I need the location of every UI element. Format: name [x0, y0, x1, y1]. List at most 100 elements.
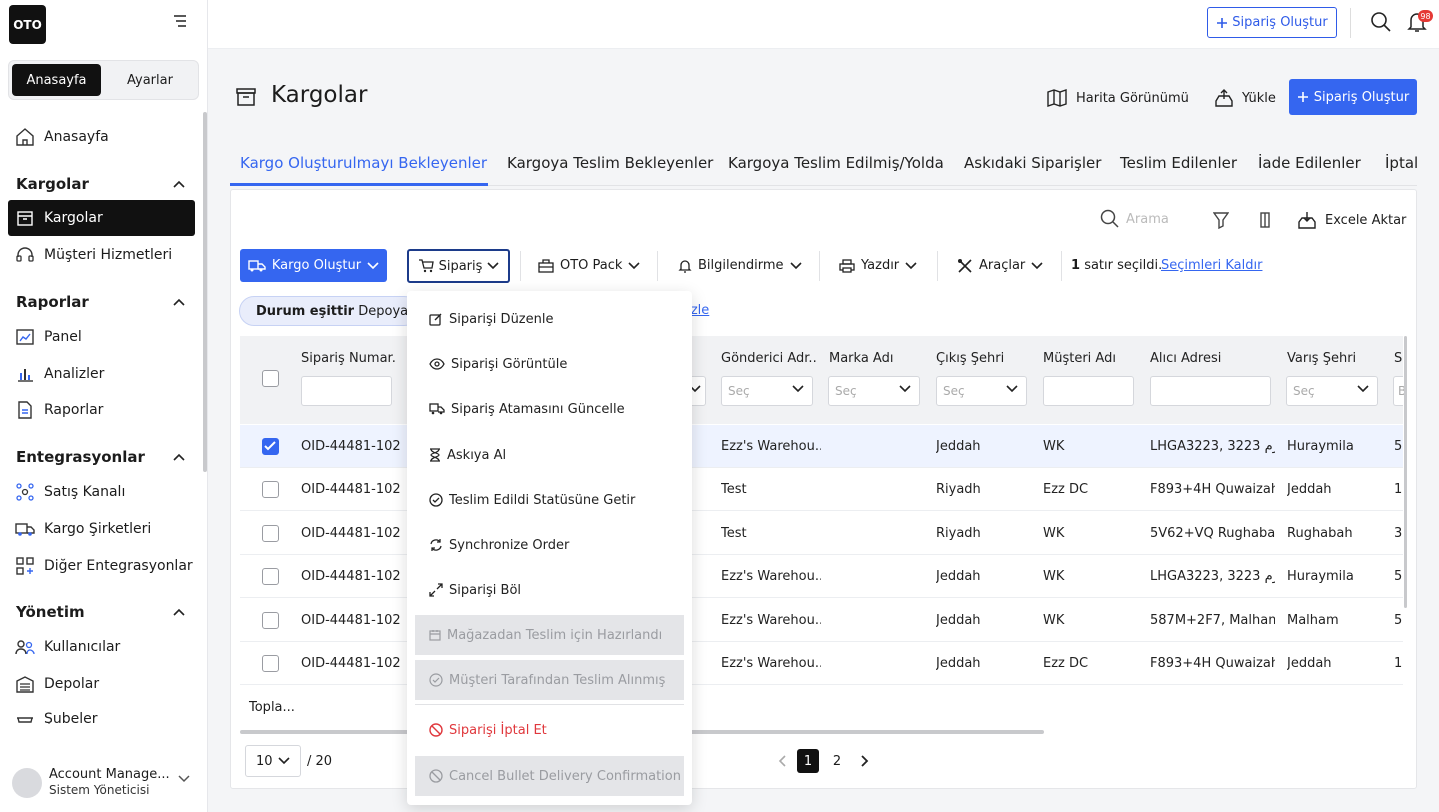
- menu-item-hold[interactable]: Askıya Al: [415, 435, 684, 475]
- page-1-button[interactable]: 1: [797, 749, 819, 773]
- menu-item-update-assignment[interactable]: Sipariş Atamasını Güncelle: [415, 389, 684, 429]
- column-header[interactable]: Sipariş Numar...: [301, 351, 396, 366]
- tab-awaiting-shipment[interactable]: Kargo Oluşturulmayı Bekleyenler: [240, 154, 487, 172]
- top-create-order-button[interactable]: Sipariş Oluştur: [1207, 7, 1337, 38]
- cart-icon: [418, 259, 434, 273]
- plus-icon: [1216, 17, 1228, 29]
- page-size-select[interactable]: 10: [245, 745, 301, 777]
- chevron-down-icon: [1357, 385, 1369, 393]
- row-checkbox[interactable]: [262, 568, 279, 585]
- segment-home[interactable]: Anasayfa: [12, 64, 101, 96]
- chevron-right-icon[interactable]: [859, 749, 871, 773]
- sender-filter-select[interactable]: Seç: [721, 376, 813, 406]
- extra-filter-input[interactable]: B: [1393, 376, 1406, 406]
- column-header[interactable]: Varış Şehri: [1287, 351, 1382, 366]
- menu-item-view-order[interactable]: Siparişi Görüntüle: [415, 344, 684, 384]
- sidebar-item-branches[interactable]: Şubeler: [8, 702, 195, 724]
- bell-icon: [678, 259, 692, 273]
- bilgilendirme-button[interactable]: Bilgilendirme: [678, 249, 802, 282]
- document-icon: [14, 399, 36, 421]
- sidebar-item-users[interactable]: Kullanıcılar: [8, 629, 195, 665]
- vertical-scrollbar[interactable]: [1404, 336, 1407, 608]
- clear-selection-link[interactable]: Seçimleri Kaldır: [1161, 258, 1262, 273]
- logo[interactable]: OTO: [9, 5, 46, 44]
- oto-pack-button[interactable]: OTO Pack: [538, 249, 641, 282]
- chevron-left-icon[interactable]: [776, 749, 788, 773]
- kargo-olustur-button[interactable]: Kargo Oluştur: [240, 249, 387, 282]
- yazdir-button[interactable]: Yazdır: [839, 249, 917, 282]
- siparis-menu-button[interactable]: Sipariş: [407, 249, 510, 283]
- address-filter-input[interactable]: [1150, 376, 1271, 406]
- row-checkbox[interactable]: [262, 438, 279, 455]
- row-checkbox[interactable]: [262, 612, 279, 629]
- row-checkbox[interactable]: [262, 481, 279, 498]
- select-all-checkbox[interactable]: [262, 370, 279, 387]
- araclar-button[interactable]: Araçlar: [957, 249, 1043, 282]
- export-label: Excele Aktar: [1325, 212, 1407, 228]
- sidebar-item-warehouses[interactable]: Depolar: [8, 666, 195, 702]
- map-view-button[interactable]: Harita Görünümü: [1046, 80, 1189, 116]
- section-entegrasyonlar[interactable]: Entegrasyonlar: [16, 448, 186, 466]
- sidebar-item-reports[interactable]: Raporlar: [8, 392, 195, 428]
- create-order-button[interactable]: Sipariş Oluştur: [1289, 79, 1417, 115]
- sidebar-item-other-integrations[interactable]: Diğer Entegrasyonlar: [8, 548, 195, 584]
- sidebar-item-home[interactable]: Anasayfa: [8, 119, 195, 155]
- sidebar-item-panel[interactable]: Panel: [8, 319, 195, 355]
- column-header[interactable]: Alıcı Adresi: [1150, 351, 1270, 366]
- check-icon: [264, 441, 276, 451]
- chevron-down-icon: [792, 385, 804, 393]
- column-header[interactable]: Marka Adı: [829, 351, 919, 366]
- account-menu[interactable]: Account Manage... Sistem Yöneticisi: [12, 763, 198, 803]
- sidebar-scrollbar[interactable]: [203, 112, 207, 472]
- extra-cell: 50: [1394, 439, 1403, 454]
- menu-item-split-order[interactable]: Siparişi Böl: [415, 570, 684, 610]
- menu-item-synchronize[interactable]: Synchronize Order: [415, 525, 684, 565]
- menu-toggle-icon[interactable]: [172, 14, 188, 28]
- sidebar-item-carriers[interactable]: Kargo Şirketleri: [8, 511, 195, 547]
- column-header[interactable]: Çıkış Şehri: [936, 351, 1031, 366]
- sender-cell: Ezz's Warehou...: [721, 439, 821, 454]
- menu-item-mark-delivered[interactable]: Teslim Edildi Statüsüne Getir: [415, 480, 684, 520]
- customer-cell: Ezz DC: [1043, 482, 1089, 497]
- tab-awaiting-handover[interactable]: Kargoya Teslim Bekleyenler: [507, 154, 713, 172]
- search-icon[interactable]: [1100, 209, 1120, 229]
- page-2-button[interactable]: 2: [830, 749, 844, 773]
- destination-filter-select[interactable]: Seç: [1286, 376, 1378, 406]
- tab-on-hold[interactable]: Askıdaki Siparişler: [964, 154, 1101, 172]
- row-checkbox[interactable]: [262, 655, 279, 672]
- tab-returned[interactable]: İade Edilenler: [1258, 154, 1361, 172]
- check-circle-icon: [429, 673, 443, 687]
- tab-in-transit[interactable]: Kargoya Teslim Edilmiş/Yolda: [728, 154, 944, 172]
- filter-icon[interactable]: [1213, 211, 1229, 229]
- tab-cancelled[interactable]: İptal: [1385, 154, 1417, 172]
- upload-button[interactable]: Yükle: [1214, 80, 1276, 116]
- plus-icon: [1297, 91, 1309, 103]
- sidebar-item-kargolar[interactable]: Kargolar: [8, 200, 195, 236]
- segment-settings[interactable]: Ayarlar: [105, 64, 195, 96]
- column-header[interactable]: Si: [1394, 351, 1403, 366]
- search-icon[interactable]: [1370, 11, 1392, 33]
- sidebar-item-analytics[interactable]: Analizler: [8, 356, 195, 392]
- row-checkbox[interactable]: [262, 525, 279, 542]
- column-header[interactable]: Gönderici Adr...: [721, 351, 818, 366]
- column-header[interactable]: Müşteri Adı: [1043, 351, 1138, 366]
- search-input[interactable]: Arama: [1126, 212, 1169, 227]
- menu-item-cancel-order[interactable]: Siparişi İptal Et: [415, 710, 684, 750]
- order-number-filter-input[interactable]: [301, 376, 392, 406]
- sidebar-item-customer-service[interactable]: Müşteri Hizmetleri: [8, 237, 195, 273]
- select-placeholder: Seç: [728, 384, 750, 398]
- brand-filter-select[interactable]: Seç: [828, 376, 920, 406]
- tab-delivered[interactable]: Teslim Edilenler: [1120, 154, 1237, 172]
- menu-item-edit-order[interactable]: Siparişi Düzenle: [415, 299, 684, 339]
- columns-icon[interactable]: [1258, 211, 1272, 229]
- oto-pack-label: OTO Pack: [560, 258, 623, 273]
- export-excel-button[interactable]: Excele Aktar: [1297, 210, 1406, 230]
- active-tab-indicator: [230, 183, 488, 186]
- origin-city-filter-select[interactable]: Seç: [936, 376, 1027, 406]
- sidebar-item-sales-channel[interactable]: Satış Kanalı: [8, 474, 195, 510]
- section-raporlar[interactable]: Raporlar: [16, 293, 186, 311]
- customer-filter-input[interactable]: [1043, 376, 1134, 406]
- section-kargolar[interactable]: Kargolar: [16, 175, 186, 193]
- active-filter-chip[interactable]: Durum eşittir Depoya A: [239, 296, 419, 326]
- section-yonetim[interactable]: Yönetim: [16, 603, 186, 621]
